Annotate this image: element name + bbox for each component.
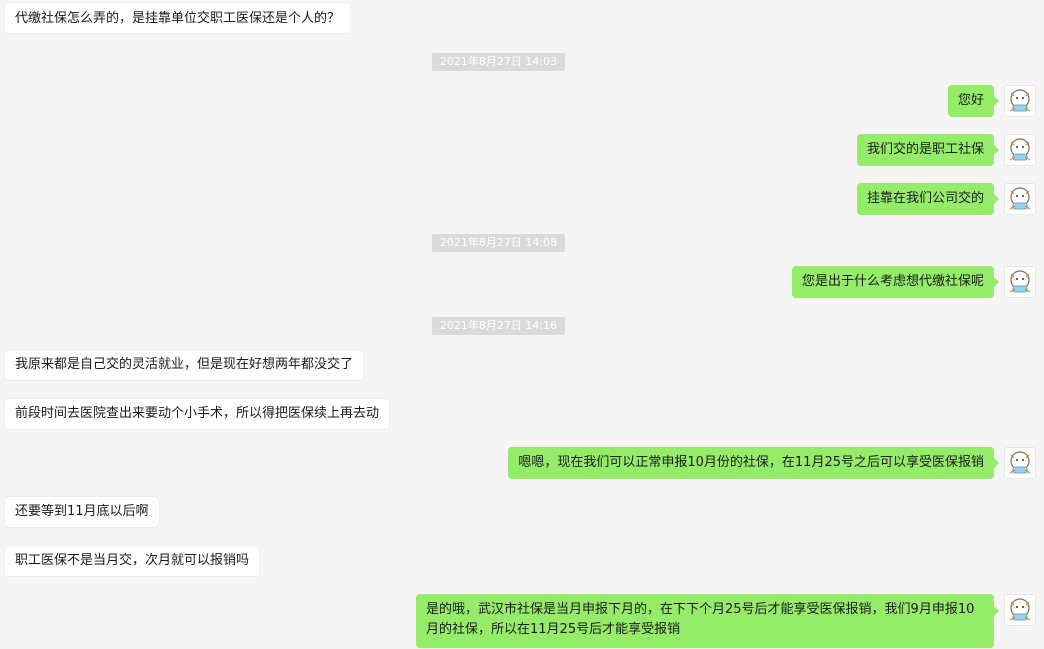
message-text: 您是出于什么考虑想代缴社保呢 <box>801 274 984 289</box>
message-bubble-outgoing[interactable]: 我们交的是职工社保 <box>856 134 994 166</box>
message-bubble-outgoing[interactable]: 您好 <box>947 85 994 117</box>
timestamp-text: 2021年8月27日 14:03 <box>439 55 558 68</box>
bubble-tail <box>994 277 999 287</box>
avatar[interactable] <box>1004 447 1036 479</box>
timestamp-text: 2021年8月27日 14:08 <box>439 236 558 249</box>
cartoon-avatar-icon <box>1009 598 1031 621</box>
bubble-tail <box>994 458 999 468</box>
bubble-tail <box>994 96 999 106</box>
cartoon-avatar-icon <box>1009 138 1031 161</box>
message-bubble-outgoing[interactable]: 嗯嗯，现在我们可以正常申报10月份的社保，在11月25号之后可以享受医保报销 <box>508 447 994 479</box>
message-text: 职工医保不是当月交，次月就可以报销吗 <box>15 553 250 568</box>
message-text: 我原来都是自己交的灵活就业，但是现在好想两年都没交了 <box>15 357 354 372</box>
timestamp: 2021年8月27日 14:03 <box>432 53 565 71</box>
timestamp-text: 2021年8月27日 14:16 <box>439 319 558 332</box>
message-text: 前段时间去医院查出来要动个小手术，所以得把医保续上再去动 <box>15 406 380 421</box>
avatar[interactable] <box>1004 183 1036 215</box>
avatar[interactable] <box>1004 266 1036 298</box>
message-text: 是的哦，武汉市社保是当月申报下月的，在下下个月25号后才能享受医保报销，我们9月… <box>426 602 975 637</box>
avatar[interactable] <box>1004 594 1036 626</box>
message-bubble-incoming[interactable]: 我原来都是自己交的灵活就业，但是现在好想两年都没交了 <box>4 349 365 381</box>
message-bubble-outgoing[interactable]: 您是出于什么考虑想代缴社保呢 <box>791 266 994 298</box>
message-text: 还要等到11月底以后啊 <box>15 504 149 519</box>
cartoon-avatar-icon <box>1009 187 1031 210</box>
message-text: 您好 <box>957 93 984 108</box>
message-bubble-incoming[interactable]: 还要等到11月底以后啊 <box>4 496 160 528</box>
timestamp: 2021年8月27日 14:08 <box>432 234 565 252</box>
cartoon-avatar-icon <box>1009 451 1031 474</box>
avatar[interactable] <box>1004 134 1036 166</box>
cartoon-avatar-icon <box>1009 89 1031 112</box>
message-bubble-incoming[interactable]: 前段时间去医院查出来要动个小手术，所以得把医保续上再去动 <box>4 398 391 430</box>
message-text: 我们交的是职工社保 <box>866 142 984 157</box>
message-bubble-outgoing[interactable]: 挂靠在我们公司交的 <box>856 183 994 215</box>
message-text: 嗯嗯，现在我们可以正常申报10月份的社保，在11月25号之后可以享受医保报销 <box>518 455 984 470</box>
message-bubble-outgoing[interactable]: 是的哦，武汉市社保是当月申报下月的，在下下个月25号后才能享受医保报销，我们9月… <box>416 594 994 648</box>
bubble-tail <box>994 606 999 616</box>
message-bubble-incoming[interactable]: 代缴社保怎么弄的，是挂靠单位交职工医保还是个人的？ <box>4 2 352 34</box>
bubble-tail <box>994 145 999 155</box>
message-text: 代缴社保怎么弄的，是挂靠单位交职工医保还是个人的？ <box>15 11 341 26</box>
message-bubble-incoming[interactable]: 职工医保不是当月交，次月就可以报销吗 <box>4 545 261 577</box>
bubble-tail <box>994 194 999 204</box>
cartoon-avatar-icon <box>1009 270 1031 293</box>
timestamp: 2021年8月27日 14:16 <box>432 317 565 335</box>
avatar[interactable] <box>1004 85 1036 117</box>
message-text: 挂靠在我们公司交的 <box>866 191 984 206</box>
